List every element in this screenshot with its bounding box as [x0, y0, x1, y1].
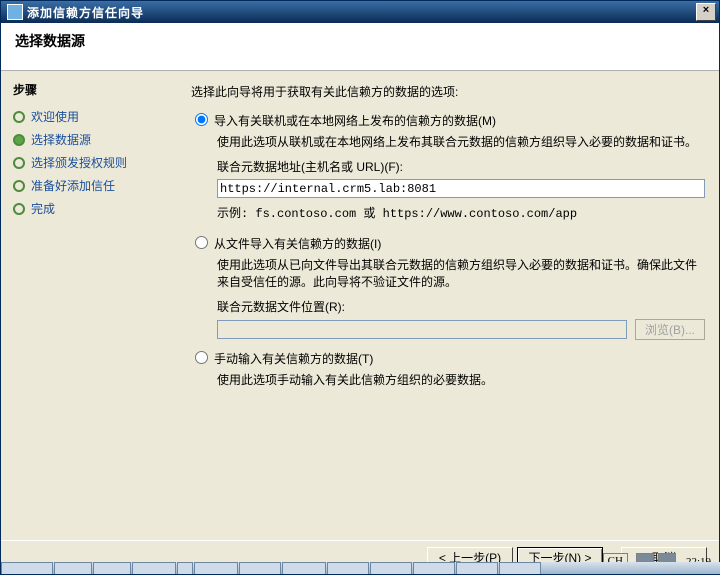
step-item[interactable]: 选择数据源 [13, 131, 177, 148]
titlebar: 添加信赖方信任向导 × [1, 1, 719, 23]
option-label: 从文件导入有关信赖方的数据(I) [214, 235, 381, 252]
step-item[interactable]: 选择颁发授权规则 [13, 154, 177, 171]
metadata-url-label: 联合元数据地址(主机名或 URL)(F): [217, 158, 705, 175]
taskbar[interactable] [1, 562, 720, 574]
step-label: 完成 [31, 200, 55, 217]
step-bullet-icon [13, 134, 25, 146]
taskbar-item[interactable] [1, 562, 53, 574]
step-bullet-icon [13, 157, 25, 169]
window-title: 添加信赖方信任向导 [27, 4, 695, 21]
step-bullet-icon [13, 111, 25, 123]
browse-button: 浏览(B)... [635, 319, 705, 340]
intro-text: 选择此向导将用于获取有关此信赖方的数据的选项: [191, 83, 705, 100]
taskbar-item[interactable] [194, 562, 238, 574]
app-icon [7, 4, 23, 20]
metadata-url-example: 示例: fs.contoso.com 或 https://www.contoso… [217, 204, 705, 221]
step-label: 选择数据源 [31, 131, 91, 148]
taskbar-item[interactable] [177, 562, 193, 574]
wizard-body: 步骤 欢迎使用 选择数据源 选择颁发授权规则 准备好添加信任 完成 [1, 71, 719, 540]
steps-pane: 步骤 欢迎使用 选择数据源 选择颁发授权规则 准备好添加信任 完成 [1, 71, 183, 540]
page-subtitle: 选择数据源 [15, 31, 705, 51]
radio-import-online[interactable] [195, 113, 208, 126]
taskbar-item[interactable] [54, 562, 92, 574]
step-label: 选择颁发授权规则 [31, 154, 127, 171]
taskbar-item[interactable] [93, 562, 131, 574]
step-item[interactable]: 欢迎使用 [13, 108, 177, 125]
option-import-online[interactable]: 导入有关联机或在本地网络上发布的信赖方的数据(M) [191, 112, 705, 129]
option-import-file[interactable]: 从文件导入有关信赖方的数据(I) [191, 235, 705, 252]
taskbar-item[interactable] [413, 562, 455, 574]
steps-heading: 步骤 [13, 81, 177, 98]
step-bullet-icon [13, 203, 25, 215]
option-label: 导入有关联机或在本地网络上发布的信赖方的数据(M) [214, 112, 496, 129]
option-manual[interactable]: 手动输入有关信赖方的数据(T) [191, 350, 705, 367]
taskbar-item[interactable] [327, 562, 369, 574]
option-desc: 使用此选项从已向文件导出其联合元数据的信赖方组织导入必要的数据和证书。确保此文件… [217, 256, 705, 290]
taskbar-item[interactable] [132, 562, 176, 574]
taskbar-item[interactable] [370, 562, 412, 574]
wizard-window: 添加信赖方信任向导 × 选择数据源 步骤 欢迎使用 选择数据源 选择颁发授权规则… [0, 0, 720, 575]
content-pane: 选择此向导将用于获取有关此信赖方的数据的选项: 导入有关联机或在本地网络上发布的… [183, 71, 719, 540]
step-item[interactable]: 完成 [13, 200, 177, 217]
metadata-file-input [217, 320, 627, 339]
metadata-url-input[interactable] [217, 179, 705, 198]
step-label: 欢迎使用 [31, 108, 79, 125]
step-bullet-icon [13, 180, 25, 192]
radio-import-file[interactable] [195, 236, 208, 249]
wizard-header: 选择数据源 [1, 23, 719, 71]
taskbar-item[interactable] [239, 562, 281, 574]
taskbar-item[interactable] [499, 562, 541, 574]
taskbar-item[interactable] [282, 562, 326, 574]
radio-manual[interactable] [195, 351, 208, 364]
option-label: 手动输入有关信赖方的数据(T) [214, 350, 373, 367]
step-item[interactable]: 准备好添加信任 [13, 177, 177, 194]
close-button[interactable]: × [696, 3, 716, 21]
step-label: 准备好添加信任 [31, 177, 115, 194]
option-desc: 使用此选项从联机或在本地网络上发布其联合元数据的信赖方组织导入必要的数据和证书。 [217, 133, 705, 150]
taskbar-item[interactable] [456, 562, 498, 574]
metadata-file-label: 联合元数据文件位置(R): [217, 298, 705, 315]
option-desc: 使用此选项手动输入有关此信赖方组织的必要数据。 [217, 371, 705, 388]
